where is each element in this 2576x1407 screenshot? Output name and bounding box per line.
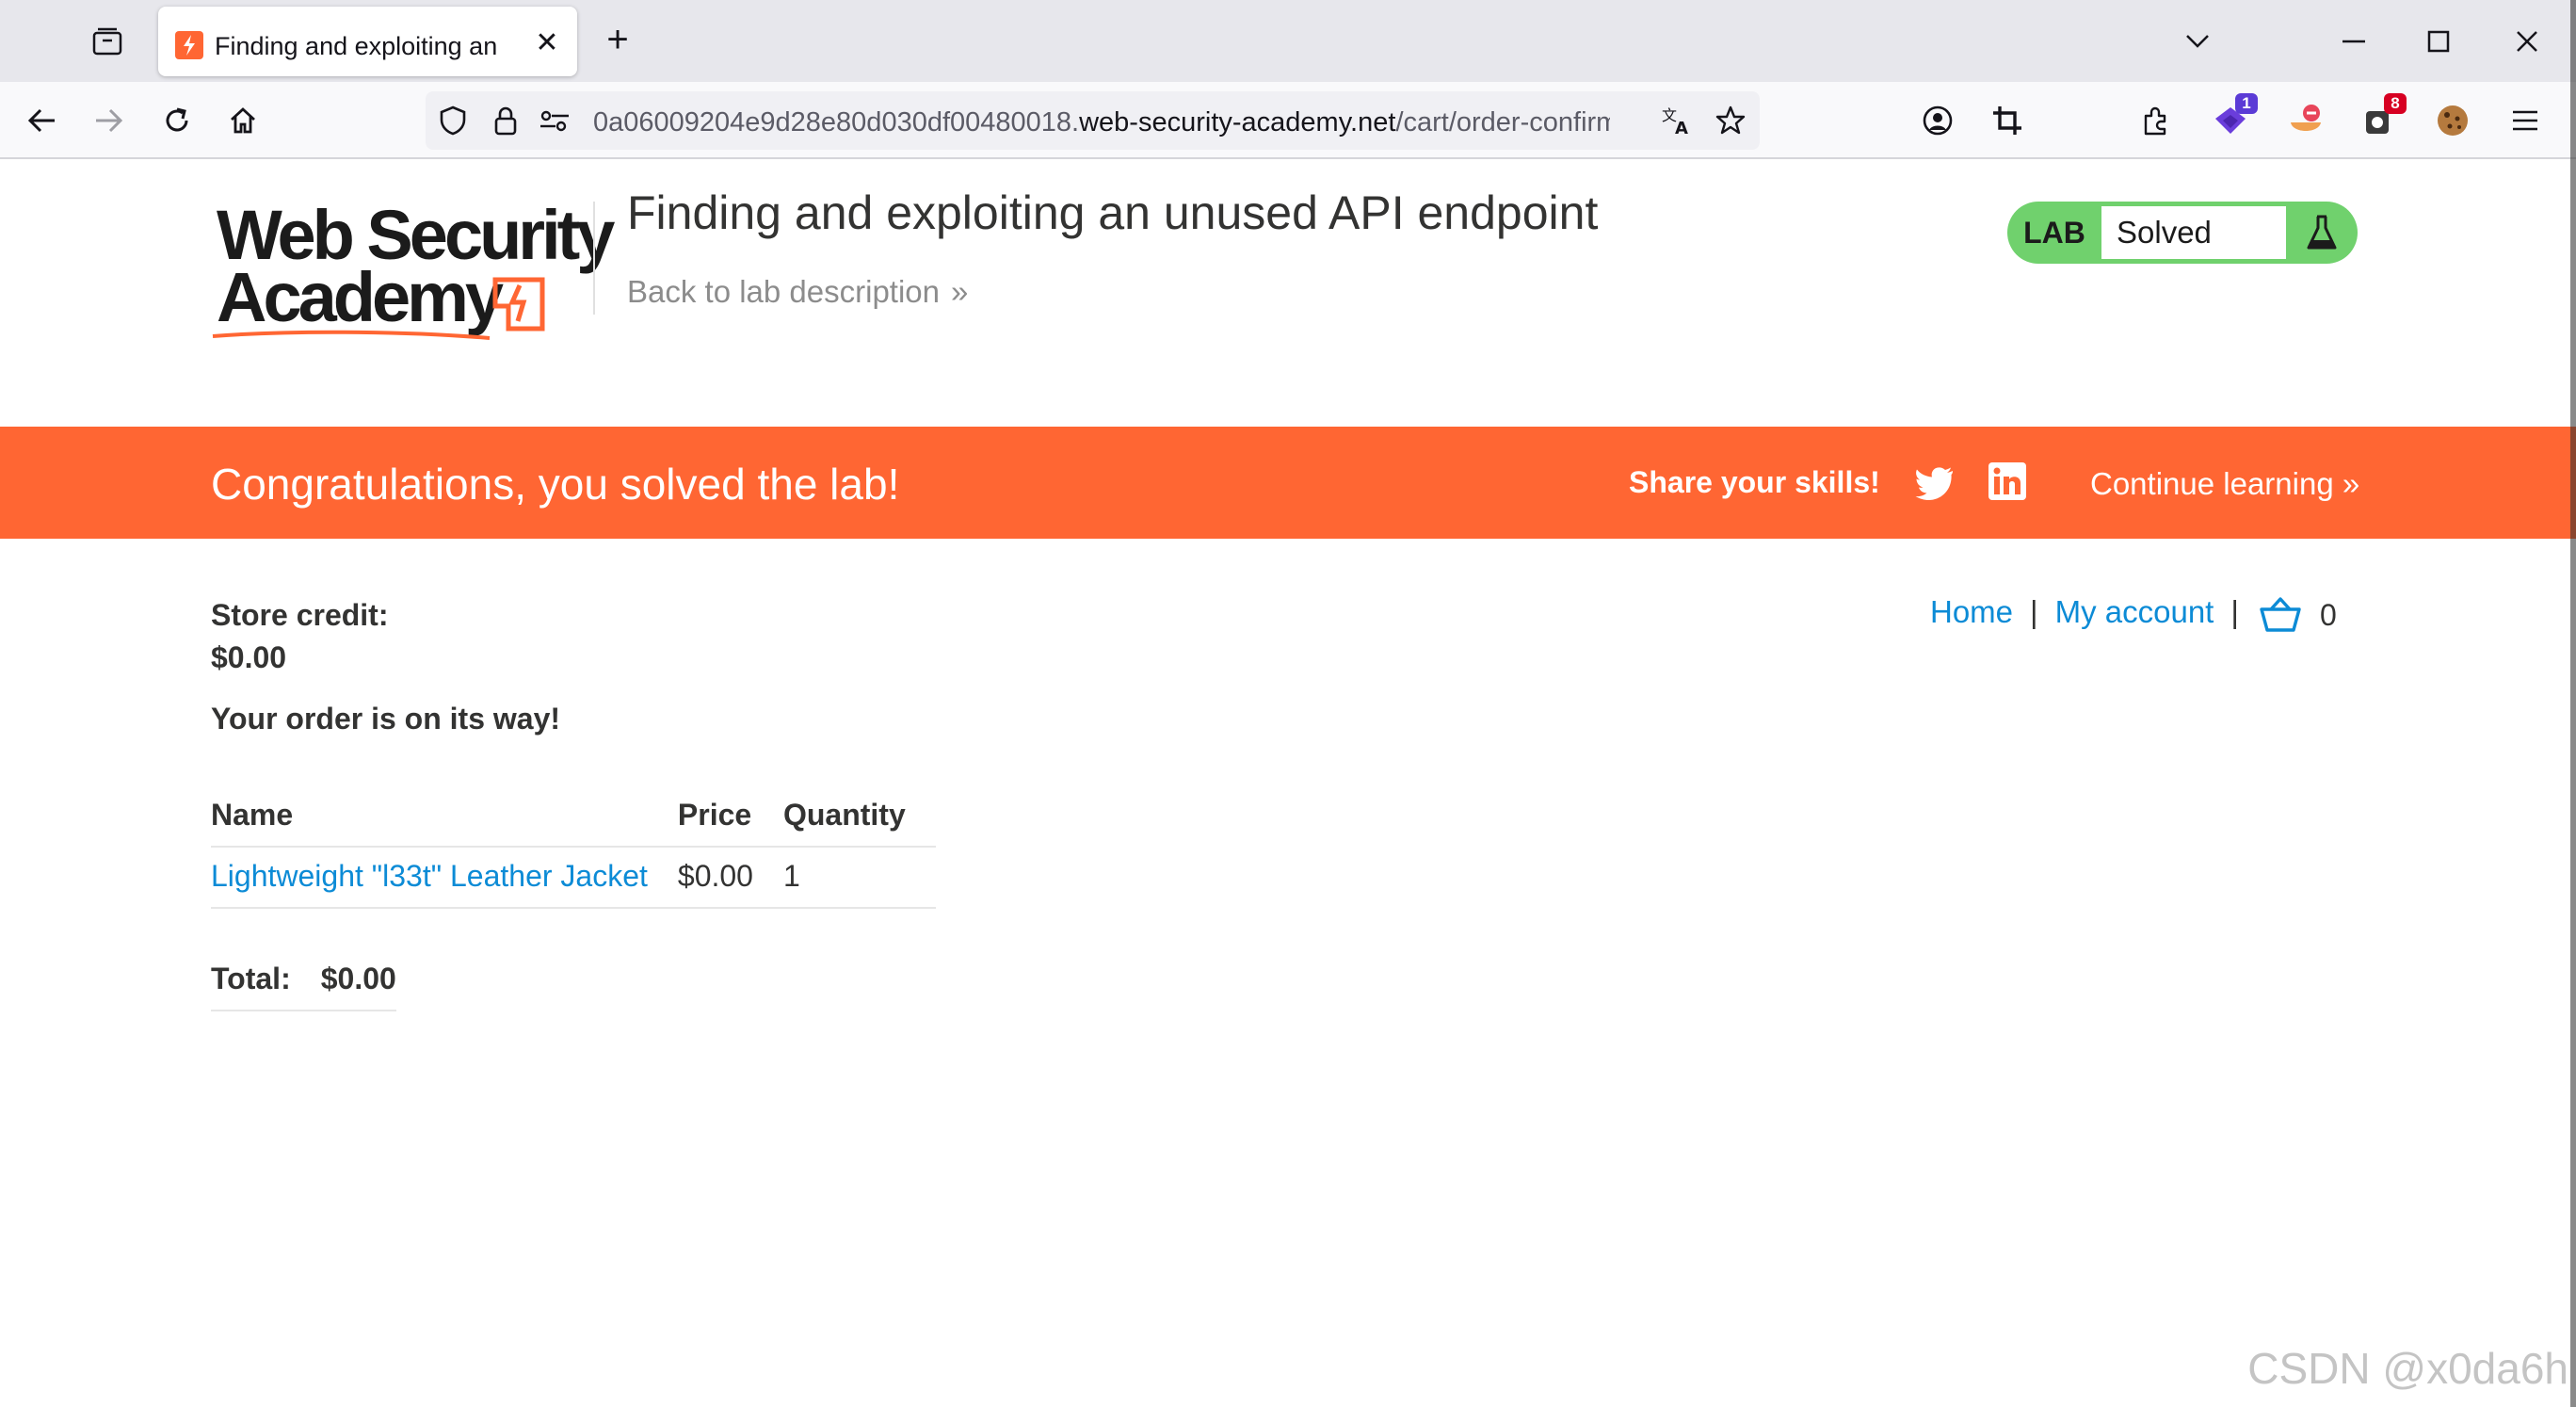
home-icon[interactable] (222, 100, 264, 141)
translate-icon[interactable]: 文A (1659, 103, 1695, 138)
home-link[interactable]: Home (1930, 594, 2013, 629)
list-all-tabs-chevron-icon[interactable] (2175, 19, 2220, 64)
web-security-academy-logo[interactable]: Web Security Academy (211, 197, 615, 340)
reload-icon[interactable] (156, 100, 198, 141)
svg-text:A: A (1675, 119, 1688, 136)
store-credit-value: $0.00 (211, 640, 287, 674)
linkedin-icon[interactable] (1988, 462, 2026, 500)
extension-counter-icon[interactable]: 8 (2358, 93, 2407, 142)
product-link[interactable]: Lightweight "l33t" Leather Jacket (211, 859, 648, 893)
close-window-icon[interactable] (2504, 19, 2550, 64)
back-arrow-icon[interactable] (21, 100, 62, 141)
cookie-editor-icon[interactable] (2431, 99, 2474, 142)
logo-lightning-icon (492, 277, 545, 332)
column-header-name: Name (211, 788, 678, 848)
url-path: /cart/order-confirmation?order-confirmed… (1395, 107, 1610, 137)
twitter-icon[interactable] (1915, 462, 1955, 502)
total-label: Total: (211, 950, 321, 1011)
url-bar[interactable]: 0a06009204e9d28e80d030df00480018.web-sec… (426, 91, 1760, 150)
store-credit-label: Store credit: (211, 598, 389, 632)
continue-learning-link[interactable]: Continue learning » (2090, 466, 2359, 502)
top-nav-links: Home | My account | (1930, 594, 2256, 641)
extensions-puzzle-icon[interactable] (2135, 100, 2177, 141)
back-to-lab-description-link[interactable]: Back to lab description » (627, 274, 968, 310)
lab-status-text: Solved (2101, 206, 2286, 259)
column-header-price: Price (677, 788, 783, 848)
table-row: Lightweight "l33t" Leather Jacket $0.00 … (211, 847, 936, 909)
extension-purple-icon[interactable]: 1 (2209, 93, 2258, 142)
flask-icon (2295, 202, 2348, 264)
forward-arrow-icon[interactable] (89, 100, 130, 141)
extension-badge-count: 1 (2235, 93, 2258, 114)
active-tab[interactable]: Finding and exploiting an unused API end… (158, 7, 577, 76)
lock-icon[interactable] (488, 103, 523, 138)
total-row: Total: $0.00 (211, 950, 396, 1011)
double-chevron-right-icon: » (951, 274, 969, 309)
continue-learning-label: Continue learning (2090, 466, 2334, 501)
share-skills-label: Share your skills! (1629, 465, 1880, 499)
banner-message: Congratulations, you solved the lab! (211, 460, 900, 509)
congratulations-banner: Congratulations, you solved the lab! Sha… (0, 427, 2576, 539)
hamburger-menu-icon[interactable] (2504, 100, 2546, 141)
total-value: $0.00 (320, 950, 396, 1011)
window-edge (2570, 0, 2576, 1407)
lab-badge-label: LAB (2023, 216, 2085, 250)
tab-title: Finding and exploiting an unused API end… (215, 32, 502, 60)
minimize-window-icon[interactable] (2331, 19, 2376, 64)
maximize-window-icon[interactable] (2416, 19, 2461, 64)
cart-basket-icon[interactable] (2260, 595, 2301, 633)
double-chevron-right-icon: » (2342, 466, 2360, 501)
back-link-label: Back to lab description (627, 274, 941, 309)
portswigger-favicon-icon (175, 31, 203, 59)
order-items-table: Name Price Quantity Lightweight "l33t" L… (211, 788, 936, 909)
product-price-cell: $0.00 (677, 847, 783, 909)
tab-close-icon[interactable]: ✕ (531, 27, 563, 59)
permissions-icon[interactable] (537, 103, 572, 138)
bookmark-star-icon[interactable] (1713, 103, 1748, 138)
extension-badge-count: 8 (2384, 93, 2407, 114)
lab-status-badge: LAB Solved (2007, 202, 2358, 264)
tracking-protection-shield-icon[interactable] (435, 103, 471, 138)
logo-text-line2: Academy (217, 258, 504, 336)
browser-nav-bar: 0a06009204e9d28e80d030df00480018.web-sec… (0, 82, 2576, 159)
browser-tab-bar: Finding and exploiting an unused API end… (0, 0, 2576, 82)
account-icon[interactable] (1917, 100, 1958, 141)
order-confirmation-message: Your order is on its way! (211, 702, 561, 736)
lab-title: Finding and exploiting an unused API end… (627, 186, 1599, 239)
csdn-watermark: CSDN @x0da6h (2247, 1344, 2568, 1393)
page-content: Web Security Academy Finding and exploit… (0, 159, 2576, 1407)
product-quantity-cell: 1 (782, 847, 936, 909)
order-total-table: Total: $0.00 (211, 950, 396, 1011)
url-text[interactable]: 0a06009204e9d28e80d030df00480018.web-sec… (593, 107, 1610, 138)
extension-cookie-block-icon[interactable] (2284, 99, 2327, 142)
my-account-link[interactable]: My account (2055, 594, 2214, 629)
nav-separator: | (2230, 594, 2239, 629)
product-name-cell: Lightweight "l33t" Leather Jacket (211, 847, 678, 909)
table-header-row: Name Price Quantity (211, 788, 936, 848)
header-divider (593, 202, 595, 315)
tab-list-icon[interactable] (90, 24, 124, 58)
cart-count[interactable]: 0 (2320, 598, 2337, 633)
new-tab-icon[interactable]: + (599, 21, 636, 58)
nav-separator: | (2030, 594, 2038, 629)
logo-underline-icon (212, 330, 491, 340)
screenshot-crop-icon[interactable] (1987, 100, 2028, 141)
url-host: web-security-academy.net (1079, 107, 1396, 137)
column-header-quantity: Quantity (782, 788, 936, 848)
url-prefix: 0a06009204e9d28e80d030df00480018. (593, 107, 1080, 137)
